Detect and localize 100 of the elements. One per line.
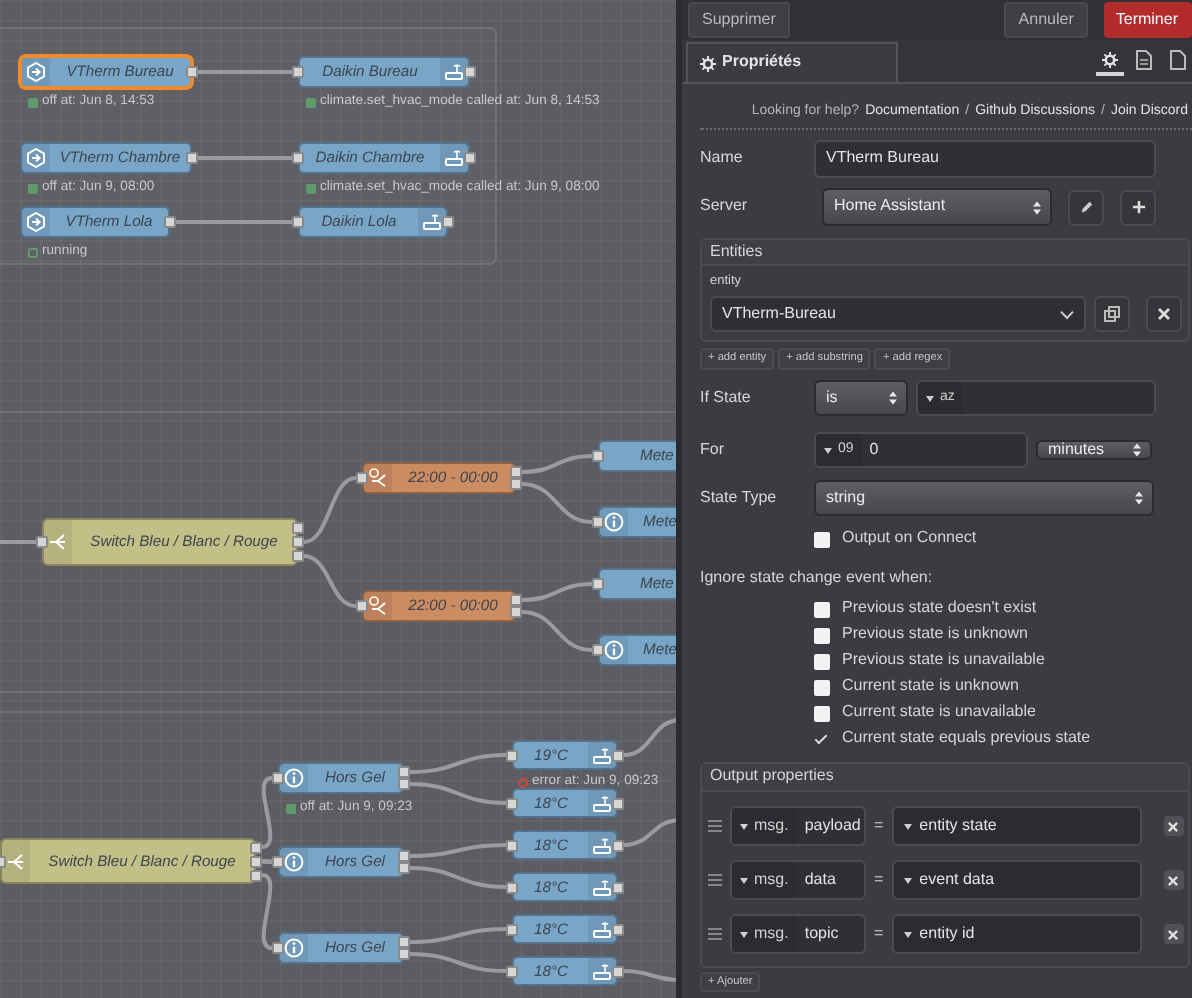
caret-icon	[903, 931, 912, 937]
server-select[interactable]: Home Assistant	[822, 188, 1052, 226]
toolbar-button[interactable]: Annuler	[1004, 2, 1088, 38]
info-icon	[284, 768, 304, 788]
hexagon-icon	[26, 148, 46, 168]
close-icon	[1168, 875, 1179, 885]
input-port[interactable]	[356, 472, 368, 484]
output-port[interactable]	[186, 66, 198, 78]
field-label: Server	[700, 198, 750, 216]
output-port[interactable]	[612, 797, 624, 809]
output-port[interactable]	[612, 881, 624, 893]
properties-tab[interactable]: Propriétés	[686, 42, 898, 82]
router-icon	[592, 919, 612, 939]
wire	[521, 482, 593, 524]
type-selector[interactable]: msg.	[732, 862, 797, 898]
operator-select[interactable]: is	[814, 380, 908, 416]
checkbox-label: Output on Connect	[842, 530, 977, 548]
input-port[interactable]	[506, 839, 518, 851]
checkbox[interactable]	[814, 601, 830, 617]
remove-button[interactable]	[1163, 924, 1184, 944]
settings-tab[interactable]	[1096, 48, 1124, 76]
input-port[interactable]	[592, 578, 604, 590]
name-field[interactable]: VTherm Bureau	[814, 140, 1156, 178]
checkbox[interactable]	[814, 679, 830, 695]
input-port[interactable]	[592, 450, 604, 462]
done-button[interactable]: Terminer	[1103, 2, 1192, 38]
drag-handle-icon[interactable]	[708, 874, 722, 886]
output-port[interactable]	[612, 965, 624, 977]
equals-sign: =	[874, 817, 884, 835]
output-port[interactable]	[464, 152, 476, 164]
output-port[interactable]	[442, 216, 454, 228]
output-port[interactable]	[612, 749, 624, 761]
value-field[interactable]: entity id	[891, 914, 1142, 954]
field-label: If State	[700, 389, 753, 407]
wire	[521, 610, 593, 652]
output-port[interactable]	[612, 923, 624, 935]
router-icon	[592, 835, 612, 855]
add-button[interactable]	[1120, 189, 1156, 225]
router-icon	[592, 793, 612, 813]
input-port[interactable]	[592, 644, 604, 656]
info-icon	[284, 938, 304, 958]
remove-button[interactable]	[1163, 870, 1184, 890]
wire	[303, 554, 357, 608]
edit-button[interactable]	[1068, 189, 1104, 225]
input-port[interactable]	[292, 216, 304, 228]
wire	[409, 927, 507, 944]
unit-select[interactable]: minutes	[1036, 439, 1152, 461]
checkbox-label: Previous state is unknown	[842, 626, 1028, 644]
checkbox[interactable]	[814, 705, 830, 721]
input-port[interactable]	[506, 965, 518, 977]
document-tab[interactable]	[1130, 48, 1158, 76]
input-port[interactable]	[506, 797, 518, 809]
property-field[interactable]: msg. payload	[730, 806, 866, 846]
input-port[interactable]	[292, 66, 304, 78]
wire	[409, 782, 507, 805]
entity-select[interactable]: VTherm-Bureau	[710, 296, 1086, 332]
value-field[interactable]: entity state	[891, 806, 1142, 846]
checkbox[interactable]	[814, 627, 830, 643]
property-field[interactable]: msg. data	[730, 860, 866, 900]
wire	[262, 859, 272, 864]
document-tab[interactable]	[1164, 48, 1192, 76]
wire	[623, 969, 676, 982]
type-selector[interactable]: msg.	[732, 808, 797, 844]
input-port[interactable]	[292, 152, 304, 164]
caret-icon	[740, 877, 748, 883]
checkbox-label: Previous state doesn't exist	[842, 600, 1037, 618]
section-title: Ignore state change event when:	[700, 568, 933, 586]
output-port[interactable]	[464, 66, 476, 78]
remove-button[interactable]	[1146, 296, 1182, 332]
toolbar-button[interactable]: Supprimer	[688, 2, 790, 38]
property-field[interactable]: msg. topic	[730, 914, 866, 954]
remove-button[interactable]	[1163, 816, 1184, 836]
wire	[198, 156, 292, 160]
drag-handle-icon[interactable]	[708, 928, 722, 940]
wire	[409, 952, 507, 973]
type-selector[interactable]: msg.	[732, 916, 797, 952]
router-icon	[592, 745, 612, 765]
drag-handle-icon[interactable]	[708, 820, 722, 832]
input-port[interactable]	[506, 881, 518, 893]
output-port[interactable]	[612, 839, 624, 851]
value-field[interactable]: event data	[891, 860, 1142, 900]
input-port[interactable]	[592, 516, 604, 528]
state-type-select[interactable]: string	[814, 480, 1154, 516]
wire	[261, 776, 273, 849]
checkbox[interactable]	[814, 731, 830, 747]
input-port[interactable]	[272, 856, 284, 868]
close-icon	[1168, 821, 1179, 831]
checkbox[interactable]	[814, 653, 830, 669]
input-port[interactable]	[506, 923, 518, 935]
output-port[interactable]	[186, 152, 198, 164]
wire	[521, 582, 593, 602]
input-port[interactable]	[356, 600, 368, 612]
input-port[interactable]	[272, 942, 284, 954]
copy-button[interactable]	[1094, 296, 1130, 332]
output-port[interactable]	[164, 216, 176, 228]
equals-sign: =	[874, 925, 884, 943]
checkbox[interactable]	[814, 531, 830, 547]
input-port[interactable]	[506, 749, 518, 761]
input-port[interactable]	[272, 772, 284, 784]
input-port[interactable]	[36, 536, 48, 548]
